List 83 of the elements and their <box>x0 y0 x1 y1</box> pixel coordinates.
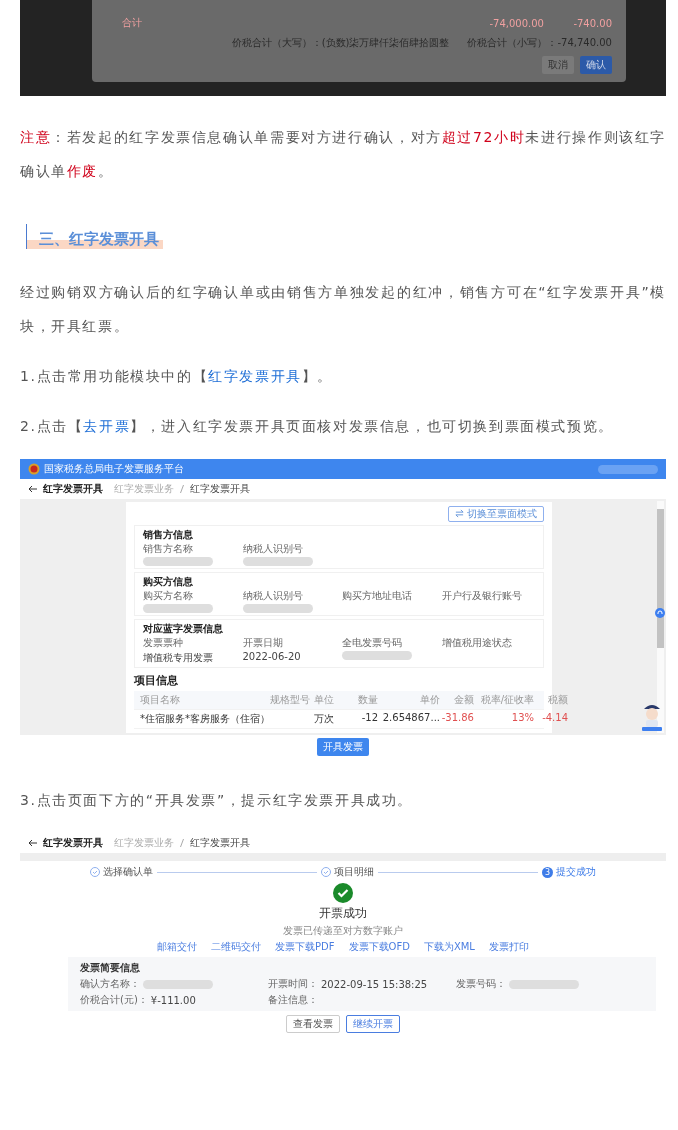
column-header: 规格型号 <box>270 693 311 707</box>
success-check-icon <box>333 883 353 903</box>
section-title: 对应蓝字发票信息 <box>143 622 224 636</box>
step-number: 3 <box>542 866 553 878</box>
delivery-link[interactable]: 邮箱交付 <box>157 940 198 954</box>
page-title: 红字发票开具 <box>43 482 103 496</box>
delivery-link[interactable]: 下载为XML <box>423 940 475 954</box>
step-label: 提交成功 <box>556 865 596 879</box>
column-header: 单位 <box>314 693 335 707</box>
field-label: 开票时间： <box>268 977 318 991</box>
issue-invoice-button[interactable]: 开具发票 <box>317 738 369 756</box>
table-cell: *住宿服务*客房服务（住宿） <box>140 712 270 726</box>
field-label: 纳税人识别号 <box>242 542 304 556</box>
column-header: 税率/征收率 <box>479 693 534 707</box>
total-amount: -74,000.00 <box>489 17 544 29</box>
breadcrumb-item[interactable]: 红字发票业务 <box>114 836 174 850</box>
column-header: 金额 <box>453 693 474 707</box>
field-value: 2022-09-15 15:38:25 <box>321 978 428 990</box>
page-title: 红字发票开具 <box>43 836 103 850</box>
table-cell-text: -12 <box>360 712 378 725</box>
action-button[interactable]: 继续开票 <box>346 1015 400 1033</box>
breadcrumb-item: 红字发票开具 <box>190 482 250 496</box>
breadcrumb-separator-icon <box>179 484 185 494</box>
step-label: 选择确认单 <box>103 865 153 879</box>
field-label: 纳税人识别号 <box>242 589 304 603</box>
field-label: 购买方地址电话 <box>342 589 413 603</box>
table-cell-text: 2.654867... <box>381 712 440 725</box>
field-label: 购买方名称 <box>143 589 194 603</box>
field-value: ¥-111.00 <box>150 994 196 1006</box>
switch-arrows-icon <box>455 509 464 518</box>
delivery-link[interactable]: 发票下载OFD <box>348 940 410 954</box>
total-label: 合计 <box>122 16 142 30</box>
table-cell-text: 13% <box>510 712 534 725</box>
field-label: 增值税用途状态 <box>441 636 513 650</box>
total-tax: -740.00 <box>572 17 612 29</box>
column-header: 项目名称 <box>140 693 181 707</box>
column-header: 数量 <box>357 693 378 707</box>
breadcrumb-item[interactable]: 红字发票业务 <box>114 482 174 496</box>
field-value: 2022-06-20 <box>242 651 302 662</box>
column-header: 单价 <box>419 693 440 707</box>
intro-paragraph: 经过购销双方确认后的红字确认单或由销售方单独发起的红冲，销售方可在“红字发票开具”模块，开具红票。 <box>20 283 666 336</box>
back-arrow-icon[interactable] <box>28 838 38 848</box>
scrollbar[interactable] <box>657 501 664 733</box>
field-label: 备注信息： <box>268 993 318 1007</box>
platform-name: 国家税务总局电子发票服务平台 <box>44 462 184 476</box>
success-title: 开票成功 <box>319 905 367 922</box>
dialog-button[interactable]: 取消 <box>542 56 574 74</box>
field-label: 销售方名称 <box>143 542 194 556</box>
field-value: 增值税专用发票 <box>143 651 214 665</box>
step-paragraph: 1.点击常用功能模块中的【红字发票开具】。 <box>20 367 334 386</box>
field-label: 全电发票号码 <box>342 636 403 650</box>
field-label: 开户行及银行账号 <box>441 589 523 603</box>
emblem-icon <box>28 463 40 475</box>
summary-title: 发票简要信息 <box>80 961 141 975</box>
delivery-link[interactable]: 二维码交付 <box>211 940 262 954</box>
step-paragraph: 2.点击【去开票】，进入红字发票开具页面核对发票信息，也可切换到票面模式预览。 <box>20 417 615 436</box>
field-label: 开票日期 <box>242 636 284 650</box>
blurred-user-info <box>598 464 658 474</box>
switch-mode-button[interactable]: 切换至票面模式 <box>448 506 544 522</box>
breadcrumb-item: 红字发票开具 <box>190 836 250 850</box>
step-label: 项目明细 <box>334 865 374 879</box>
action-button[interactable]: 查看发票 <box>286 1015 340 1033</box>
table-cell-text: -31.86 <box>440 712 474 725</box>
success-subtitle: 发票已传递至对方数字账户 <box>283 924 403 938</box>
delivery-link[interactable]: 发票下载PDF <box>275 940 335 954</box>
section-title: 购买方信息 <box>143 575 194 589</box>
section-title: 销售方信息 <box>143 528 194 542</box>
field-label: 发票票种 <box>143 636 184 650</box>
field-label: 价税合计(元)： <box>80 993 148 1007</box>
step-paragraph: 3.点击页面下方的“开具发票”，提示红字发票开具成功。 <box>20 791 415 810</box>
headset-icon[interactable] <box>655 607 665 618</box>
delivery-link[interactable]: 发票打印 <box>488 940 529 954</box>
section-title: 项目信息 <box>134 673 179 688</box>
section-heading: 三、红字发票开具 <box>26 224 163 249</box>
field-label: 发票号码： <box>456 977 506 991</box>
note-paragraph: 注意：若发起的红字发票信息确认单需要对方进行确认，对方超过72小时未进行操作则该红字确认单作废。 <box>20 128 666 181</box>
field-label: 确认方名称： <box>80 977 140 991</box>
back-arrow-icon[interactable] <box>28 484 38 494</box>
table-cell-text: -4.14 <box>541 712 568 725</box>
breadcrumb-separator-icon <box>179 838 185 848</box>
table-cell-text: 万次 <box>314 712 335 726</box>
dialog-button[interactable]: 确认 <box>580 56 612 74</box>
column-header: 税额 <box>547 693 568 707</box>
